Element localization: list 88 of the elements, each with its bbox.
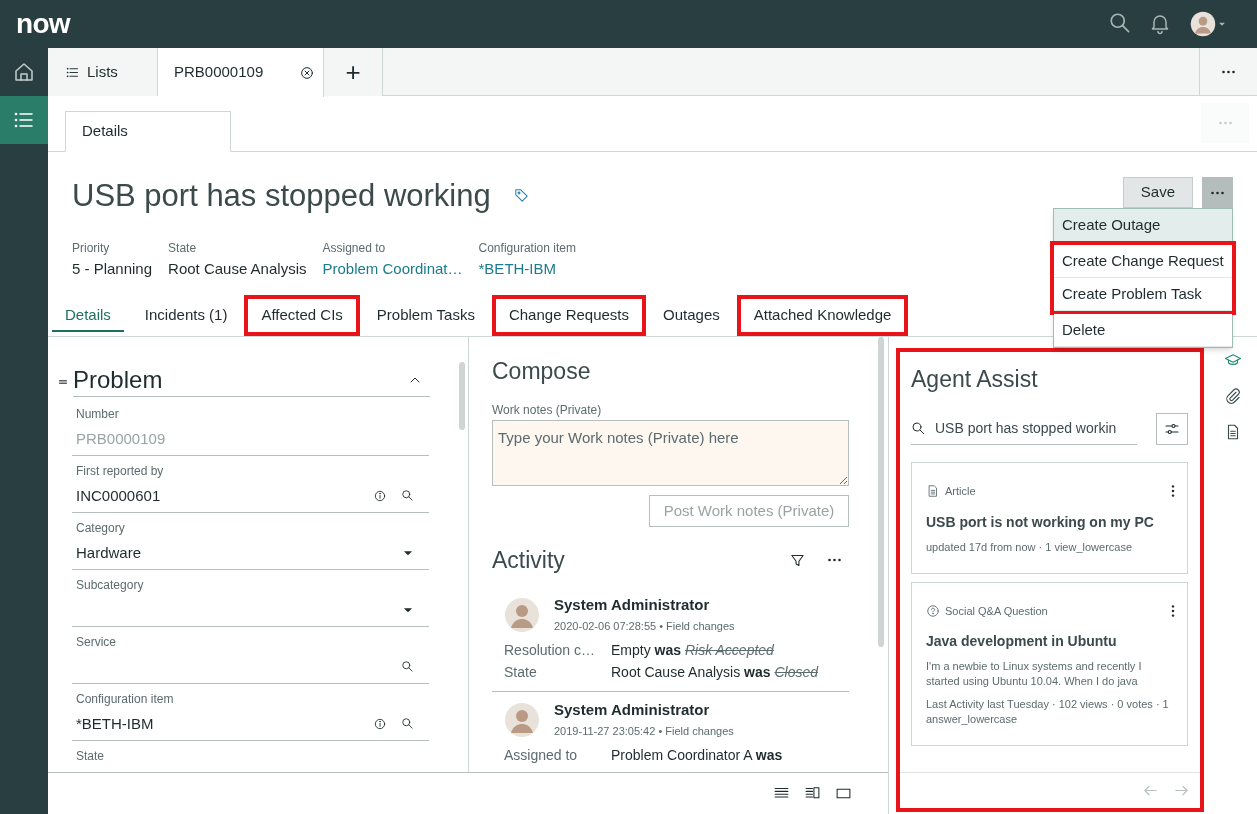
field-value: PRB0000109 bbox=[76, 428, 166, 449]
search-icon[interactable] bbox=[401, 489, 415, 503]
change-field: Assigned to bbox=[504, 744, 611, 766]
result-meta: Last Activity last Tuesday · 102 views · 0 votes · 1 answer_lowercase bbox=[926, 697, 1170, 727]
avatar bbox=[504, 702, 540, 738]
info-icon[interactable] bbox=[373, 717, 387, 731]
field-label: Number bbox=[76, 407, 120, 421]
result-title[interactable]: USB port is not working on my PC bbox=[926, 511, 1175, 532]
field-value: 5 - Planning bbox=[72, 259, 153, 279]
search-icon[interactable] bbox=[401, 660, 415, 674]
tab[interactable]: Lists bbox=[48, 48, 158, 96]
tab[interactable]: Change Requests bbox=[491, 295, 647, 336]
logo[interactable]: now bbox=[16, 10, 70, 38]
tab[interactable]: Incidents (1) bbox=[127, 295, 245, 336]
result-card[interactable] bbox=[911, 581, 1188, 746]
work-notes-field[interactable]: Type your Work notes (Private) here bbox=[492, 420, 849, 486]
nav-button[interactable] bbox=[0, 96, 48, 144]
timestamp: 2020-02-06 07:28:55 • Field changes bbox=[554, 619, 735, 633]
search-icon[interactable] bbox=[401, 717, 415, 731]
menu-item[interactable]: Create Change Request bbox=[1054, 245, 1232, 278]
change-field: Resolution c… bbox=[504, 639, 611, 661]
tab[interactable]: Attached Knowledge bbox=[736, 295, 909, 336]
result-type: Article bbox=[945, 484, 976, 499]
more-icon bbox=[1218, 121, 1232, 125]
close-icon[interactable] bbox=[299, 64, 315, 81]
field-label: Configuration item bbox=[478, 241, 576, 255]
more-icon bbox=[1222, 70, 1235, 74]
tab[interactable]: Problem Tasks bbox=[359, 295, 492, 336]
author-name: System Administrator bbox=[554, 595, 711, 615]
field-label: Category bbox=[76, 521, 126, 535]
section-title: Activity bbox=[492, 546, 565, 574]
field-label: Service bbox=[76, 635, 117, 649]
result-meta: updated 17d from now · 1 view_lowercase bbox=[926, 539, 1134, 555]
save-button[interactable]: Save bbox=[1122, 177, 1193, 208]
scrollbar[interactable] bbox=[459, 362, 465, 430]
more-icon bbox=[1211, 190, 1224, 195]
menu-item[interactable]: Create Problem Task bbox=[1054, 278, 1232, 311]
field-value[interactable]: Hardware bbox=[76, 541, 142, 565]
menu-item[interactable]: Delete bbox=[1054, 314, 1232, 347]
tab[interactable]: Affected CIs bbox=[244, 295, 360, 336]
filter-button[interactable] bbox=[1156, 413, 1188, 445]
home-icon bbox=[12, 60, 36, 84]
field-label: Assigned to bbox=[322, 241, 387, 255]
timestamp: 2019-11-27 23:05:42 • Field changes bbox=[554, 724, 734, 738]
kebab-icon bbox=[1171, 604, 1175, 617]
field-link[interactable]: *BETH-IBM bbox=[478, 259, 576, 279]
section-title: Problem bbox=[73, 366, 163, 394]
panel-title: Agent Assist bbox=[911, 365, 1039, 393]
search-field[interactable]: USB port has stopped workin bbox=[911, 413, 1137, 445]
record-title: USB port has stopped working bbox=[72, 177, 491, 215]
field-label: State bbox=[76, 749, 106, 763]
change-value: Empty was Risk Accepted bbox=[611, 641, 775, 660]
paperclip-icon[interactable] bbox=[1223, 387, 1242, 405]
field-label: Work notes (Private) bbox=[492, 403, 603, 417]
menu-item[interactable]: Create Outage bbox=[1054, 209, 1232, 242]
result-type: Social Q&A Question bbox=[945, 603, 1048, 619]
tab[interactable]: PRB0000109 bbox=[158, 48, 324, 97]
tag-icon[interactable] bbox=[512, 187, 530, 204]
section-title: Compose bbox=[492, 357, 592, 385]
change-value: Problem Coordinator A was bbox=[611, 746, 784, 765]
result-title[interactable]: Java development in Ubuntu bbox=[926, 631, 1175, 651]
field-value[interactable]: *BETH-IBM bbox=[76, 712, 154, 736]
article-icon bbox=[926, 484, 940, 499]
search-icon bbox=[911, 420, 927, 437]
field-value: Root Cause Analysis bbox=[168, 259, 307, 279]
field-label: State bbox=[168, 241, 198, 255]
kebab-icon bbox=[1171, 485, 1175, 498]
info-icon[interactable] bbox=[373, 489, 387, 503]
question-icon bbox=[926, 603, 940, 618]
avatar bbox=[504, 597, 540, 633]
change-field: State bbox=[504, 661, 611, 683]
field-link[interactable]: Problem Coordinat… bbox=[322, 259, 463, 279]
tab[interactable]: Details bbox=[65, 111, 231, 152]
field-label: Configuration item bbox=[76, 692, 175, 706]
change-value: Root Cause Analysis was Closed bbox=[611, 663, 820, 682]
result-snippet: I'm a newbie to Linux systems and recently I started using Ubuntu 10.04. When I do java bbox=[926, 659, 1143, 689]
field-label: Priority bbox=[72, 241, 111, 255]
author-name: System Administrator bbox=[554, 700, 711, 720]
field-value[interactable]: INC0000601 bbox=[76, 484, 161, 508]
avatar bbox=[1190, 11, 1216, 37]
more-icon bbox=[828, 558, 841, 562]
new-tab-button[interactable]: + bbox=[324, 48, 383, 96]
field-label: Subcategory bbox=[76, 578, 145, 592]
field-label: First reported by bbox=[76, 464, 165, 478]
scrollbar[interactable] bbox=[878, 337, 884, 647]
tab[interactable]: Details bbox=[48, 295, 128, 336]
tab[interactable]: Outages bbox=[646, 295, 737, 336]
result-card[interactable]: Article USB port is not working on my PC updated 17d from now · 1 view_lowercase bbox=[911, 462, 1188, 574]
